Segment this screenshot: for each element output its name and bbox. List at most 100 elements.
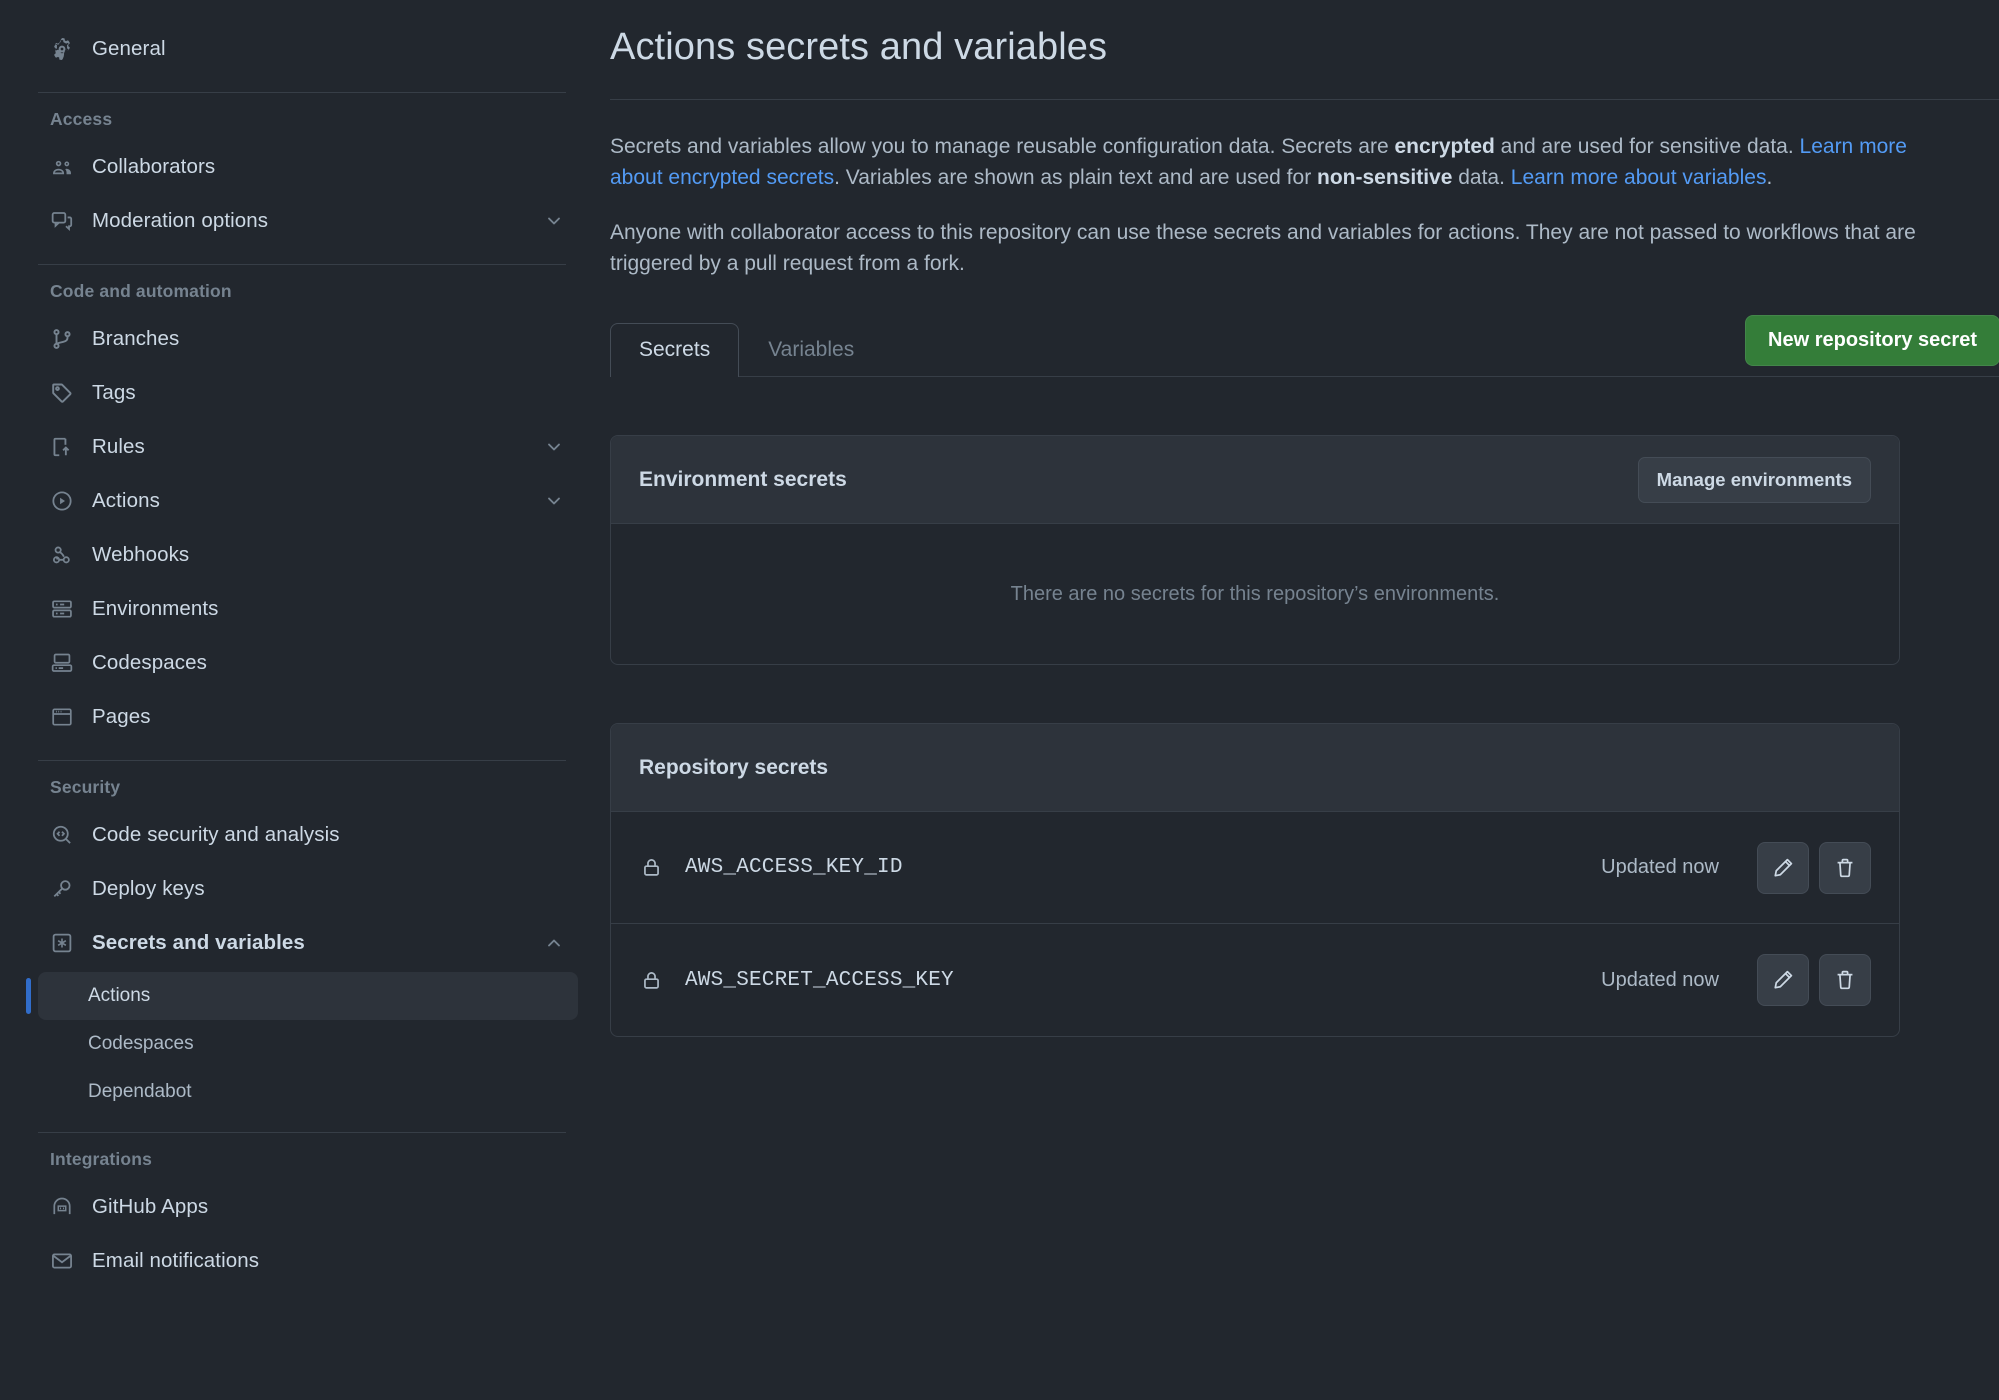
sidebar-item-label: Actions bbox=[92, 489, 160, 513]
sidebar-item-label: Moderation options bbox=[92, 209, 268, 233]
secret-updated-time: Updated now bbox=[1601, 856, 1719, 879]
sidebar-item-label: General bbox=[92, 37, 166, 61]
sidebar-group-title-code-and-automation: Code and automation bbox=[50, 281, 600, 302]
sidebar-item-label: Secrets and variables bbox=[92, 931, 305, 955]
description-paragraph-2: Anyone with collaborator access to this … bbox=[610, 218, 1930, 280]
sidebar-subitem-actions[interactable]: Actions bbox=[38, 972, 578, 1020]
sidebar-item-label: GitHub Apps bbox=[92, 1195, 208, 1219]
sidebar-item-label: Code security and analysis bbox=[92, 823, 340, 847]
tab-label: Secrets bbox=[639, 338, 710, 361]
manage-environments-button[interactable]: Manage environments bbox=[1638, 457, 1871, 503]
tab-label: Variables bbox=[768, 338, 854, 361]
repository-secrets-title: Repository secrets bbox=[639, 756, 828, 780]
sidebar-item-label: Codespaces bbox=[92, 651, 207, 675]
sidebar-item-pages[interactable]: Pages bbox=[38, 690, 578, 744]
sidebar-item-deploy-keys[interactable]: Deploy keys bbox=[38, 862, 578, 916]
main-content: Actions secrets and variables Secrets an… bbox=[600, 0, 1999, 1400]
sidebar-item-label: Email notifications bbox=[92, 1249, 259, 1273]
secret-updated-time: Updated now bbox=[1601, 969, 1719, 992]
new-repository-secret-button[interactable]: New repository secret bbox=[1745, 315, 1999, 366]
repository-secrets-card: Repository secrets AWS_ACCESS_KEY_ID Upd… bbox=[610, 723, 1900, 1037]
sidebar-subitem-label: Actions bbox=[88, 985, 150, 1007]
lock-icon bbox=[639, 968, 663, 992]
desc-text-part5: . bbox=[1766, 166, 1772, 189]
comment-discussion-icon bbox=[50, 209, 74, 233]
title-divider bbox=[610, 99, 1999, 100]
sidebar-item-label: Pages bbox=[92, 705, 151, 729]
sidebar-divider bbox=[38, 1132, 566, 1133]
sidebar-item-moderation-options[interactable]: Moderation options bbox=[38, 194, 578, 248]
chevron-down-icon[interactable] bbox=[544, 211, 564, 231]
mail-icon bbox=[50, 1249, 74, 1273]
sidebar-item-general[interactable]: General bbox=[38, 22, 578, 76]
chevron-down-icon[interactable] bbox=[544, 437, 564, 457]
play-circle-icon bbox=[50, 489, 74, 513]
settings-sidebar: General Access Collaborators Moderation … bbox=[0, 0, 600, 1400]
codespaces-icon bbox=[50, 651, 74, 675]
environment-secrets-title: Environment secrets bbox=[639, 468, 847, 492]
sidebar-subitem-label: Codespaces bbox=[88, 1033, 194, 1055]
sidebar-subitem-label: Dependabot bbox=[88, 1081, 192, 1103]
trash-icon[interactable] bbox=[1819, 842, 1871, 894]
sidebar-item-rules[interactable]: Rules bbox=[38, 420, 578, 474]
browser-icon bbox=[50, 705, 74, 729]
sidebar-item-github-apps[interactable]: GitHub Apps bbox=[38, 1180, 578, 1234]
tab-variables[interactable]: Variables bbox=[739, 323, 883, 377]
people-icon bbox=[50, 155, 74, 179]
sidebar-item-branches[interactable]: Branches bbox=[38, 312, 578, 366]
sidebar-divider bbox=[38, 264, 566, 265]
sidebar-subitem-codespaces[interactable]: Codespaces bbox=[38, 1020, 578, 1068]
sidebar-group-title-security: Security bbox=[50, 777, 600, 798]
tab-bar: Secrets Variables New repository secret bbox=[610, 315, 1999, 377]
edit-icon[interactable] bbox=[1757, 842, 1809, 894]
sidebar-item-label: Rules bbox=[92, 435, 145, 459]
sidebar-item-environments[interactable]: Environments bbox=[38, 582, 578, 636]
sidebar-item-label: Branches bbox=[92, 327, 179, 351]
trash-icon[interactable] bbox=[1819, 954, 1871, 1006]
webhook-icon bbox=[50, 543, 74, 567]
lock-icon bbox=[639, 856, 663, 880]
sidebar-item-collaborators[interactable]: Collaborators bbox=[38, 140, 578, 194]
sidebar-group-title-access: Access bbox=[50, 109, 600, 130]
sidebar-item-label: Tags bbox=[92, 381, 136, 405]
key-icon bbox=[50, 877, 74, 901]
rules-icon bbox=[50, 435, 74, 459]
code-scan-icon bbox=[50, 823, 74, 847]
page-title: Actions secrets and variables bbox=[610, 26, 1999, 69]
description-paragraph-1: Secrets and variables allow you to manag… bbox=[610, 132, 1930, 194]
desc-text-part3: . Variables are shown as plain text and … bbox=[834, 166, 1317, 189]
sidebar-item-label: Webhooks bbox=[92, 543, 189, 567]
table-row: AWS_SECRET_ACCESS_KEY Updated now bbox=[611, 924, 1899, 1036]
sidebar-divider bbox=[38, 760, 566, 761]
learn-more-variables-link[interactable]: Learn more about variables bbox=[1511, 166, 1767, 189]
sidebar-item-label: Deploy keys bbox=[92, 877, 205, 901]
server-icon bbox=[50, 597, 74, 621]
git-branch-icon bbox=[50, 327, 74, 351]
sidebar-subnav-secrets-and-variables: Actions Codespaces Dependabot bbox=[0, 972, 600, 1116]
apps-robot-icon bbox=[50, 1195, 74, 1219]
asterisk-box-icon bbox=[50, 931, 74, 955]
environment-secrets-empty-state: There are no secrets for this repository… bbox=[611, 524, 1899, 664]
table-row: AWS_ACCESS_KEY_ID Updated now bbox=[611, 812, 1899, 924]
settings-page: General Access Collaborators Moderation … bbox=[0, 0, 1999, 1400]
sidebar-item-webhooks[interactable]: Webhooks bbox=[38, 528, 578, 582]
sidebar-item-tags[interactable]: Tags bbox=[38, 366, 578, 420]
desc-text-part2: and are used for sensitive data. bbox=[1495, 135, 1800, 158]
sidebar-item-secrets-and-variables[interactable]: Secrets and variables bbox=[38, 916, 578, 970]
repository-secrets-header: Repository secrets bbox=[611, 724, 1899, 812]
sidebar-item-codespaces[interactable]: Codespaces bbox=[38, 636, 578, 690]
sidebar-subitem-dependabot[interactable]: Dependabot bbox=[38, 1068, 578, 1116]
secret-name: AWS_SECRET_ACCESS_KEY bbox=[685, 969, 954, 992]
chevron-up-icon[interactable] bbox=[544, 933, 564, 953]
chevron-down-icon[interactable] bbox=[544, 491, 564, 511]
sidebar-item-actions[interactable]: Actions bbox=[38, 474, 578, 528]
sidebar-item-code-security-and-analysis[interactable]: Code security and analysis bbox=[38, 808, 578, 862]
tab-secrets[interactable]: Secrets bbox=[610, 323, 739, 377]
sidebar-item-email-notifications[interactable]: Email notifications bbox=[38, 1234, 578, 1288]
environment-secrets-header: Environment secrets Manage environments bbox=[611, 436, 1899, 524]
edit-icon[interactable] bbox=[1757, 954, 1809, 1006]
sidebar-divider bbox=[38, 92, 566, 93]
environment-secrets-card: Environment secrets Manage environments … bbox=[610, 435, 1900, 665]
desc-bold-non-sensitive: non-sensitive bbox=[1317, 166, 1452, 189]
tag-icon bbox=[50, 381, 74, 405]
